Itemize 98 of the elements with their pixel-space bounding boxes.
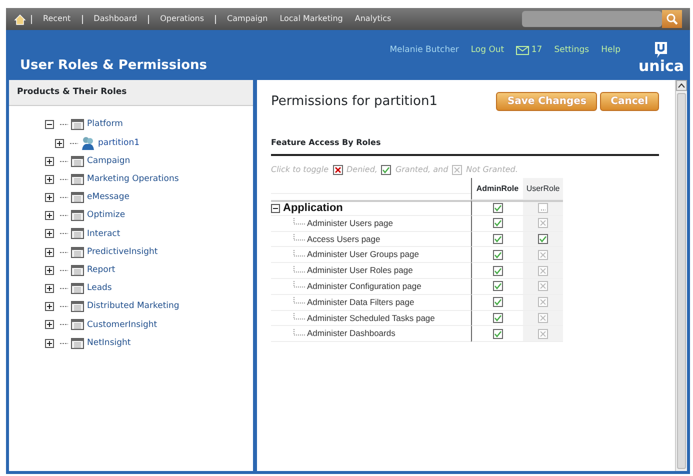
checkbox[interactable]	[538, 312, 548, 323]
checkbox[interactable]	[492, 297, 502, 308]
expand-icon[interactable]	[55, 138, 64, 148]
expand-icon[interactable]	[45, 193, 54, 202]
home-icon[interactable]	[14, 14, 26, 24]
nav-link[interactable]: Recent	[37, 13, 77, 25]
expand-icon[interactable]	[45, 156, 54, 166]
checkbox[interactable]	[492, 328, 502, 339]
table-icon	[71, 156, 84, 167]
checkbox[interactable]	[538, 297, 548, 308]
expand-icon[interactable]	[45, 248, 54, 257]
expand-icon[interactable]	[45, 302, 54, 312]
checkbox[interactable]	[538, 218, 548, 228]
checkbox[interactable]	[538, 281, 548, 292]
nav-link[interactable]: Dashboard	[88, 13, 144, 25]
row-label: Administer User Roles page	[307, 264, 413, 277]
people-icon	[81, 136, 95, 151]
search-field[interactable]	[522, 11, 662, 27]
expand-icon[interactable]	[45, 284, 54, 294]
checkbox[interactable]	[538, 203, 548, 214]
nav-link[interactable]: Local Marketing	[274, 13, 349, 25]
tree-item[interactable]: CustomerInsight	[87, 318, 158, 332]
group-label: Application	[283, 201, 343, 216]
logout-link[interactable]: Log Out	[470, 44, 504, 56]
table-icon	[71, 283, 84, 294]
panel-heading: Permissions for partition1	[271, 94, 438, 110]
expand-icon[interactable]	[45, 211, 54, 220]
checkbox[interactable]	[492, 203, 502, 214]
nav-link[interactable]: Analytics	[348, 13, 398, 25]
tree-item[interactable]: NetInsight	[87, 336, 131, 350]
checkbox[interactable]	[492, 312, 502, 323]
tree-item[interactable]: Campaign	[87, 154, 130, 168]
row-label: Administer Dashboards	[307, 327, 396, 340]
tree-item[interactable]: eMessage	[87, 191, 130, 204]
expand-icon[interactable]	[45, 229, 54, 238]
checkbox[interactable]	[538, 250, 548, 260]
checkbox[interactable]	[492, 281, 502, 292]
table-icon	[71, 174, 84, 185]
help-link[interactable]: Help	[601, 44, 620, 56]
checkbox[interactable]	[492, 250, 502, 260]
nav-link[interactable]: Campaign	[221, 13, 274, 25]
table-icon	[71, 319, 84, 330]
column-header: UserRole	[526, 182, 560, 194]
table-icon	[71, 210, 84, 222]
row-label: Administer User Groups page	[307, 248, 419, 262]
checkbox[interactable]	[538, 234, 548, 244]
row-label: Access Users page	[307, 232, 380, 246]
table-icon	[71, 228, 84, 240]
tree-item[interactable]: Leads	[87, 282, 112, 295]
row-label: Administer Configuration page	[307, 280, 422, 293]
legend-text: Click to toggle	[271, 164, 329, 176]
table-icon	[71, 338, 84, 349]
checkbox[interactable]	[492, 266, 502, 276]
messages-link[interactable]: 17	[516, 44, 542, 56]
mail-icon	[516, 46, 530, 54]
table-icon	[71, 192, 84, 204]
tree-item[interactable]: partition1	[98, 136, 140, 150]
row-label: Administer Users page	[307, 216, 393, 230]
row-label: Administer Data Filters page	[307, 296, 414, 309]
collapse-icon[interactable]	[271, 204, 280, 213]
scrollbar-thumb[interactable]	[677, 93, 686, 469]
expand-icon[interactable]	[45, 320, 54, 330]
tree-item[interactable]: Optimize	[87, 209, 126, 222]
settings-link[interactable]: Settings	[554, 44, 590, 56]
tree-item[interactable]: Report	[87, 264, 116, 277]
expand-icon[interactable]	[45, 266, 54, 275]
tree-item[interactable]: Distributed Marketing	[87, 300, 180, 314]
legend-text: Denied,	[346, 164, 378, 176]
logo-icon	[653, 41, 670, 59]
panel-title: Products & Their Roles	[9, 80, 253, 106]
expand-icon[interactable]	[45, 338, 54, 348]
column-header: AdminRole	[476, 182, 519, 194]
tree-item[interactable]: Platform	[87, 118, 123, 132]
nav-link[interactable]: Operations	[154, 13, 210, 25]
search-icon	[666, 13, 678, 25]
scroll-up-button[interactable]	[676, 80, 687, 91]
checkbox[interactable]	[492, 218, 502, 228]
tree-item[interactable]: Marketing Operations	[87, 173, 179, 186]
user-link[interactable]: Melanie Butcher	[390, 44, 459, 56]
legend-text: Granted, and	[395, 164, 448, 176]
checkbox[interactable]	[492, 234, 502, 244]
section-heading: Feature Access By Roles	[271, 137, 659, 156]
page-title: User Roles & Permissions	[20, 58, 208, 74]
checkbox[interactable]	[538, 266, 548, 276]
search-button[interactable]	[662, 10, 682, 28]
legend-text: Not Granted.	[466, 164, 518, 176]
tree-item[interactable]: Interact	[87, 228, 120, 240]
tree-item[interactable]: PredictiveInsight	[87, 246, 158, 259]
chevron-up-icon	[678, 83, 685, 88]
row-label: Administer Scheduled Tasks page	[307, 312, 435, 324]
table-icon	[71, 246, 84, 258]
table-icon	[71, 301, 84, 312]
collapse-icon[interactable]	[45, 120, 54, 130]
table-icon	[71, 119, 84, 130]
checkbox[interactable]	[538, 328, 548, 339]
logo-text: unica	[638, 59, 684, 74]
table-icon	[71, 264, 84, 276]
expand-icon[interactable]	[45, 174, 54, 184]
